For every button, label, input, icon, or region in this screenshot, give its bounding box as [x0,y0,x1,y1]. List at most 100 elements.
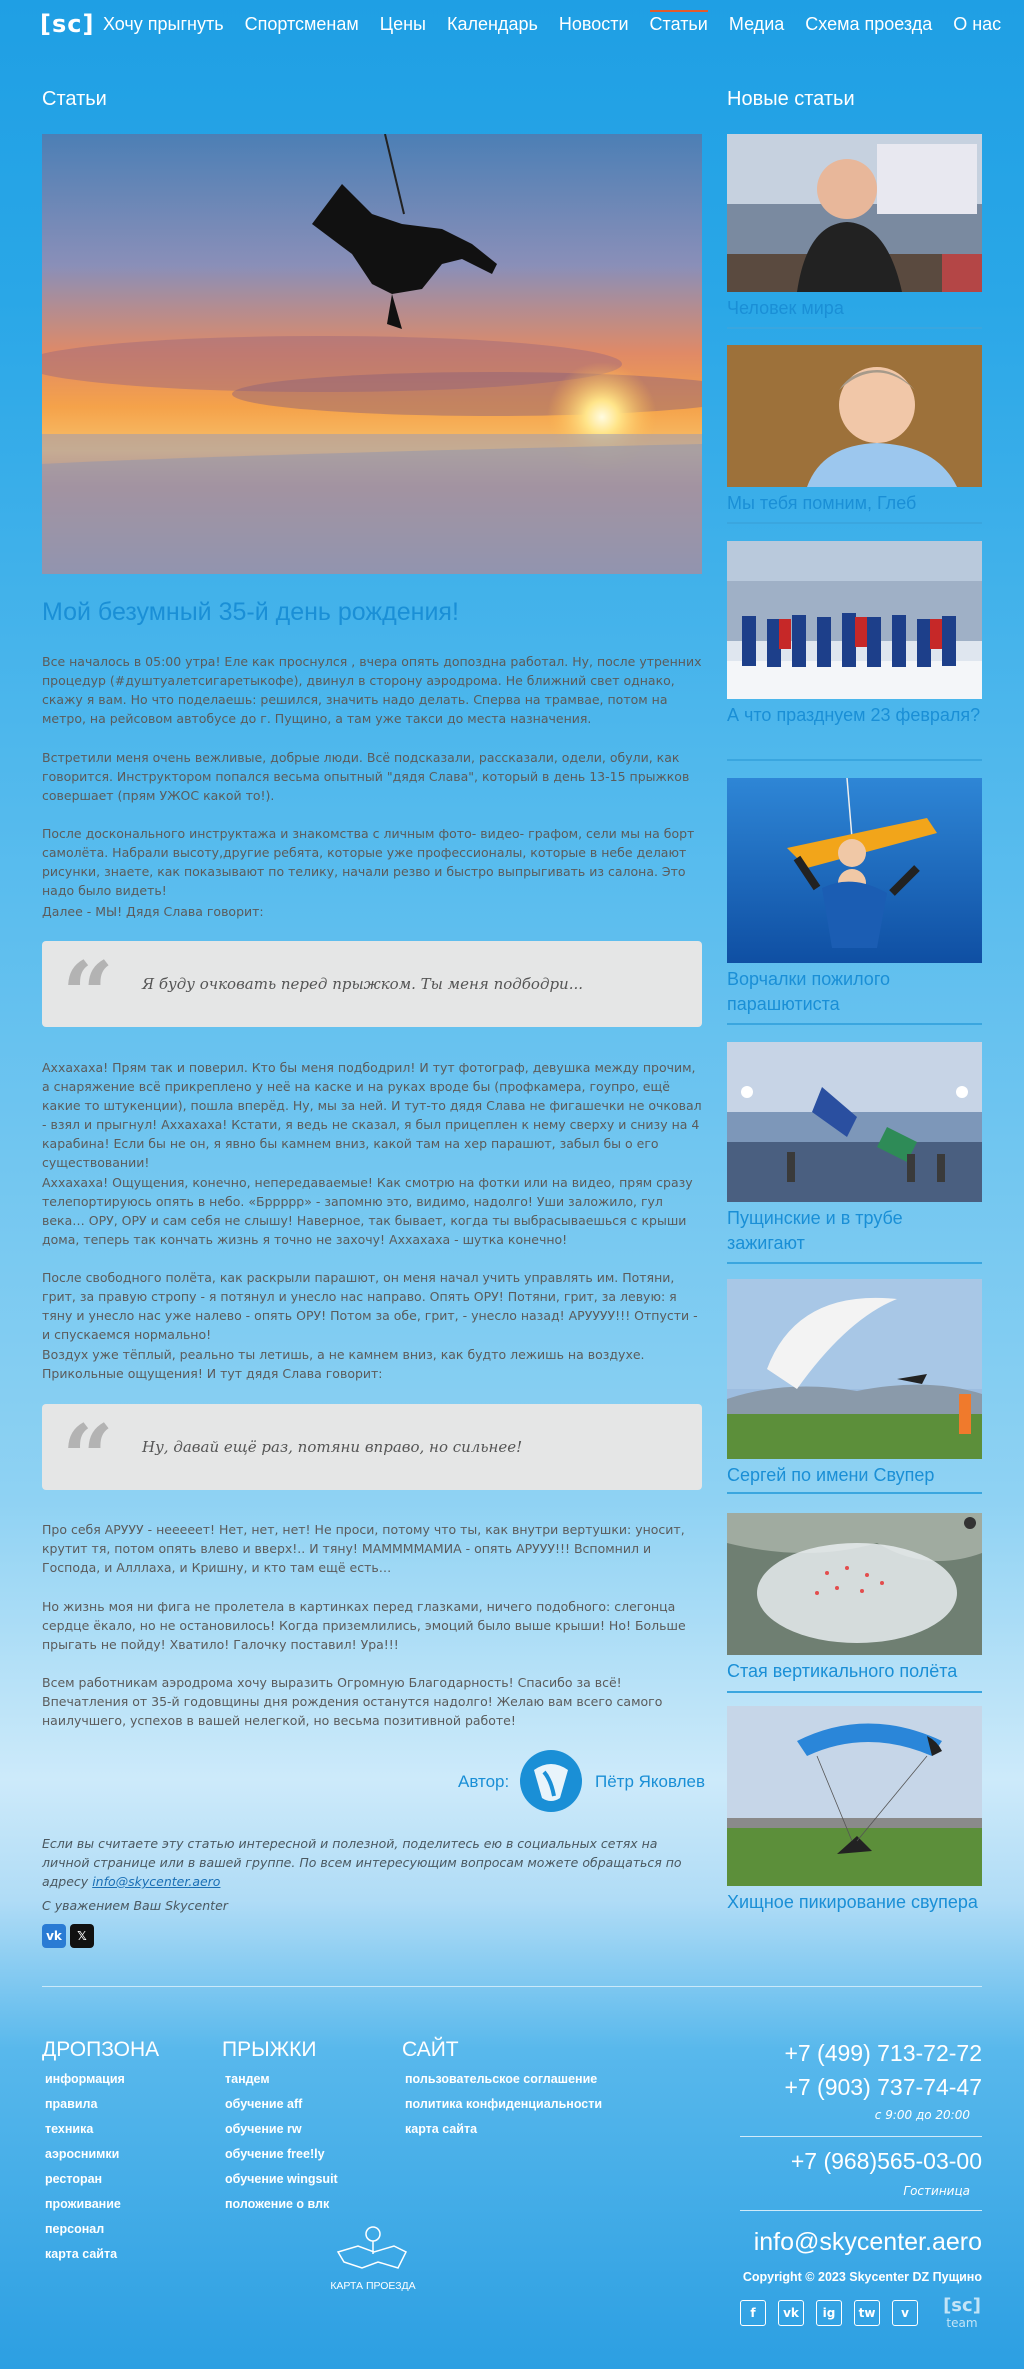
footer-link[interactable]: техника [45,2117,125,2142]
copyright: Copyright © 2023 Skycenter DZ Пущино [742,2270,982,2284]
main-nav: Хочу прыгнуть Спортсменам Цены Календарь… [103,10,1022,35]
footer-link[interactable]: пользовательское соглашение [405,2067,602,2092]
quote-mark-icon: “ [62,942,114,1048]
nav-media[interactable]: Медиа [729,14,784,35]
map-icon [336,2226,408,2269]
sidebar-article-card[interactable]: Человек мира [727,134,982,329]
footer-link[interactable]: карта сайта [405,2117,602,2142]
nav-news[interactable]: Новости [559,14,629,35]
article-hero-image [42,134,702,574]
nav-directions[interactable]: Схема проезда [805,14,932,35]
article-paragraph: После досконального инструктажа и знаком… [42,826,695,898]
hotel-label: Гостиница [903,2184,970,2198]
article-thumbnail[interactable] [727,1042,982,1202]
nav-about[interactable]: О нас [953,14,1001,35]
nav-prices[interactable]: Цены [380,14,426,35]
article-link[interactable]: Ворчалки пожилого парашютиста [727,963,982,1017]
article-title: Мой безумный 35-й день рождения! [42,598,459,626]
phone-hotel[interactable]: +7 (968)565-03-00 [791,2148,982,2175]
quote-block: “ Ну, давай ещё раз, потяни вправо, но с… [42,1404,702,1503]
article-link[interactable]: Пущинские и в трубе зажигают [727,1202,982,1256]
team-label: team [946,2316,978,2330]
article-link[interactable]: А что празднуем 23 февраля? [727,699,982,728]
divider [727,1023,982,1025]
sidebar-article-card[interactable]: А что празднуем 23 февраля? [727,541,982,761]
nav-want-jump[interactable]: Хочу прыгнуть [103,14,224,35]
footer-links-jumps: тандем обучение aff обучение rw обучение… [225,2067,338,2217]
footer-link[interactable]: политика конфиденциальности [405,2092,602,2117]
nav-articles[interactable]: Статьи [649,10,709,35]
footer-link[interactable]: тандем [225,2067,338,2092]
vimeo-icon[interactable]: v [892,2300,918,2326]
footer-link[interactable]: обучение rw [225,2117,338,2142]
footer-link[interactable]: персонал [45,2217,125,2242]
article-link[interactable]: Человек мира [727,292,982,321]
facebook-icon[interactable]: f [740,2300,766,2326]
footer-link[interactable]: информация [45,2067,125,2092]
footer-heading-dropzone: Дропзона [42,2038,160,2061]
footer-link[interactable]: аэроснимки [45,2142,125,2167]
quote-text: Ну, давай ещё раз, потяни вправо, но сил… [142,1438,523,1456]
article-thumbnail[interactable] [727,1513,982,1655]
article-link[interactable]: Хищное пикирование свупера [727,1886,982,1915]
article-thumbnail[interactable] [727,345,982,487]
article-paragraph: Далее - МЫ! Дядя Слава говорит: [42,904,264,919]
sidebar-article-card[interactable]: Сергей по имени Свупер [727,1279,982,1494]
footer-link[interactable]: обучение aff [225,2092,338,2117]
regards-text: С уважением Ваш Skycenter [42,1898,228,1913]
divider [727,1691,982,1693]
article-paragraph: Воздух уже тёплый, реально ты летишь, а … [42,1347,645,1381]
article-paragraph: Аххахаха! Ощущения, конечно, непередавае… [42,1175,693,1247]
sidebar-article-card[interactable]: Пущинские и в трубе зажигают [727,1042,982,1264]
footer-email[interactable]: info@skycenter.aero [754,2228,982,2257]
nav-calendar[interactable]: Календарь [447,14,538,35]
quote-block: “ Я буду очковать перед прыжком. Ты меня… [42,941,702,1040]
article-thumbnail[interactable] [727,778,982,963]
article-thumbnail[interactable] [727,1706,982,1886]
divider [727,1492,982,1494]
article-thumbnail[interactable] [727,1279,982,1459]
footer-heading-site: Сайт [402,2038,459,2061]
twitter-icon[interactable]: tw [854,2300,880,2326]
footer-heading-jumps: Прыжки [222,2038,317,2061]
footer-link[interactable]: ресторан [45,2167,125,2192]
article-paragraph: Все началось в 05:00 утра! Еле как просн… [42,654,702,726]
sidebar-article-card[interactable]: Стая вертикального полёта [727,1513,982,1693]
vk-icon[interactable]: vk [778,2300,804,2326]
quote-text: Я буду очковать перед прыжком. Ты меня п… [142,975,584,993]
site-logo[interactable]: [sc] [40,10,94,38]
sidebar-article-card[interactable]: Ворчалки пожилого парашютиста [727,778,982,1025]
quote-mark-icon: “ [62,1405,114,1511]
article-link[interactable]: Стая вертикального полёта [727,1655,982,1684]
footer-links-site: пользовательское соглашение политика кон… [405,2067,602,2142]
sidebar-article-card[interactable]: Мы тебя помним, Глеб [727,345,982,524]
instagram-icon[interactable]: ig [816,2300,842,2326]
share-email-link[interactable]: info@skycenter.aero [92,1874,220,1889]
footer-link[interactable]: обучение wingsuit [225,2167,338,2192]
footer-link[interactable]: положение о влк [225,2192,338,2217]
team-logo[interactable]: [sc] team [942,2296,982,2331]
article-link[interactable]: Мы тебя помним, Глеб [727,487,982,516]
article-thumbnail[interactable] [727,134,982,292]
sidebar-article-card[interactable]: Хищное пикирование свупера [727,1706,982,1915]
nav-athletes[interactable]: Спортсменам [245,14,359,35]
footer-link[interactable]: карта сайта [45,2242,125,2267]
author-avatar[interactable] [520,1750,582,1812]
map-link[interactable]: КАРТА ПРОЕЗДА [330,2222,416,2292]
footer-contact-divider [740,2210,982,2211]
work-hours: с 9:00 до 20:00 [874,2108,970,2122]
map-label: КАРТА ПРОЕЗДА [330,2280,416,2292]
footer-link[interactable]: обучение free!ly [225,2142,338,2167]
divider [727,759,982,761]
phone-second[interactable]: +7 (903) 737-74-47 [784,2074,982,2101]
x-icon[interactable]: 𝕏 [70,1924,94,1948]
article-link[interactable]: Сергей по имени Свупер [727,1459,982,1488]
phone-main[interactable]: +7 (499) 713-72-72 [784,2040,982,2067]
footer-link[interactable]: проживание [45,2192,125,2217]
article-thumbnail[interactable] [727,541,982,699]
vk-icon[interactable]: vk [42,1924,66,1948]
divider [727,327,982,329]
author-name[interactable]: Пётр Яковлев [595,1772,705,1792]
footer-link[interactable]: правила [45,2092,125,2117]
article-paragraph: Но жизнь моя ни фига не пролетела в карт… [42,1599,686,1652]
